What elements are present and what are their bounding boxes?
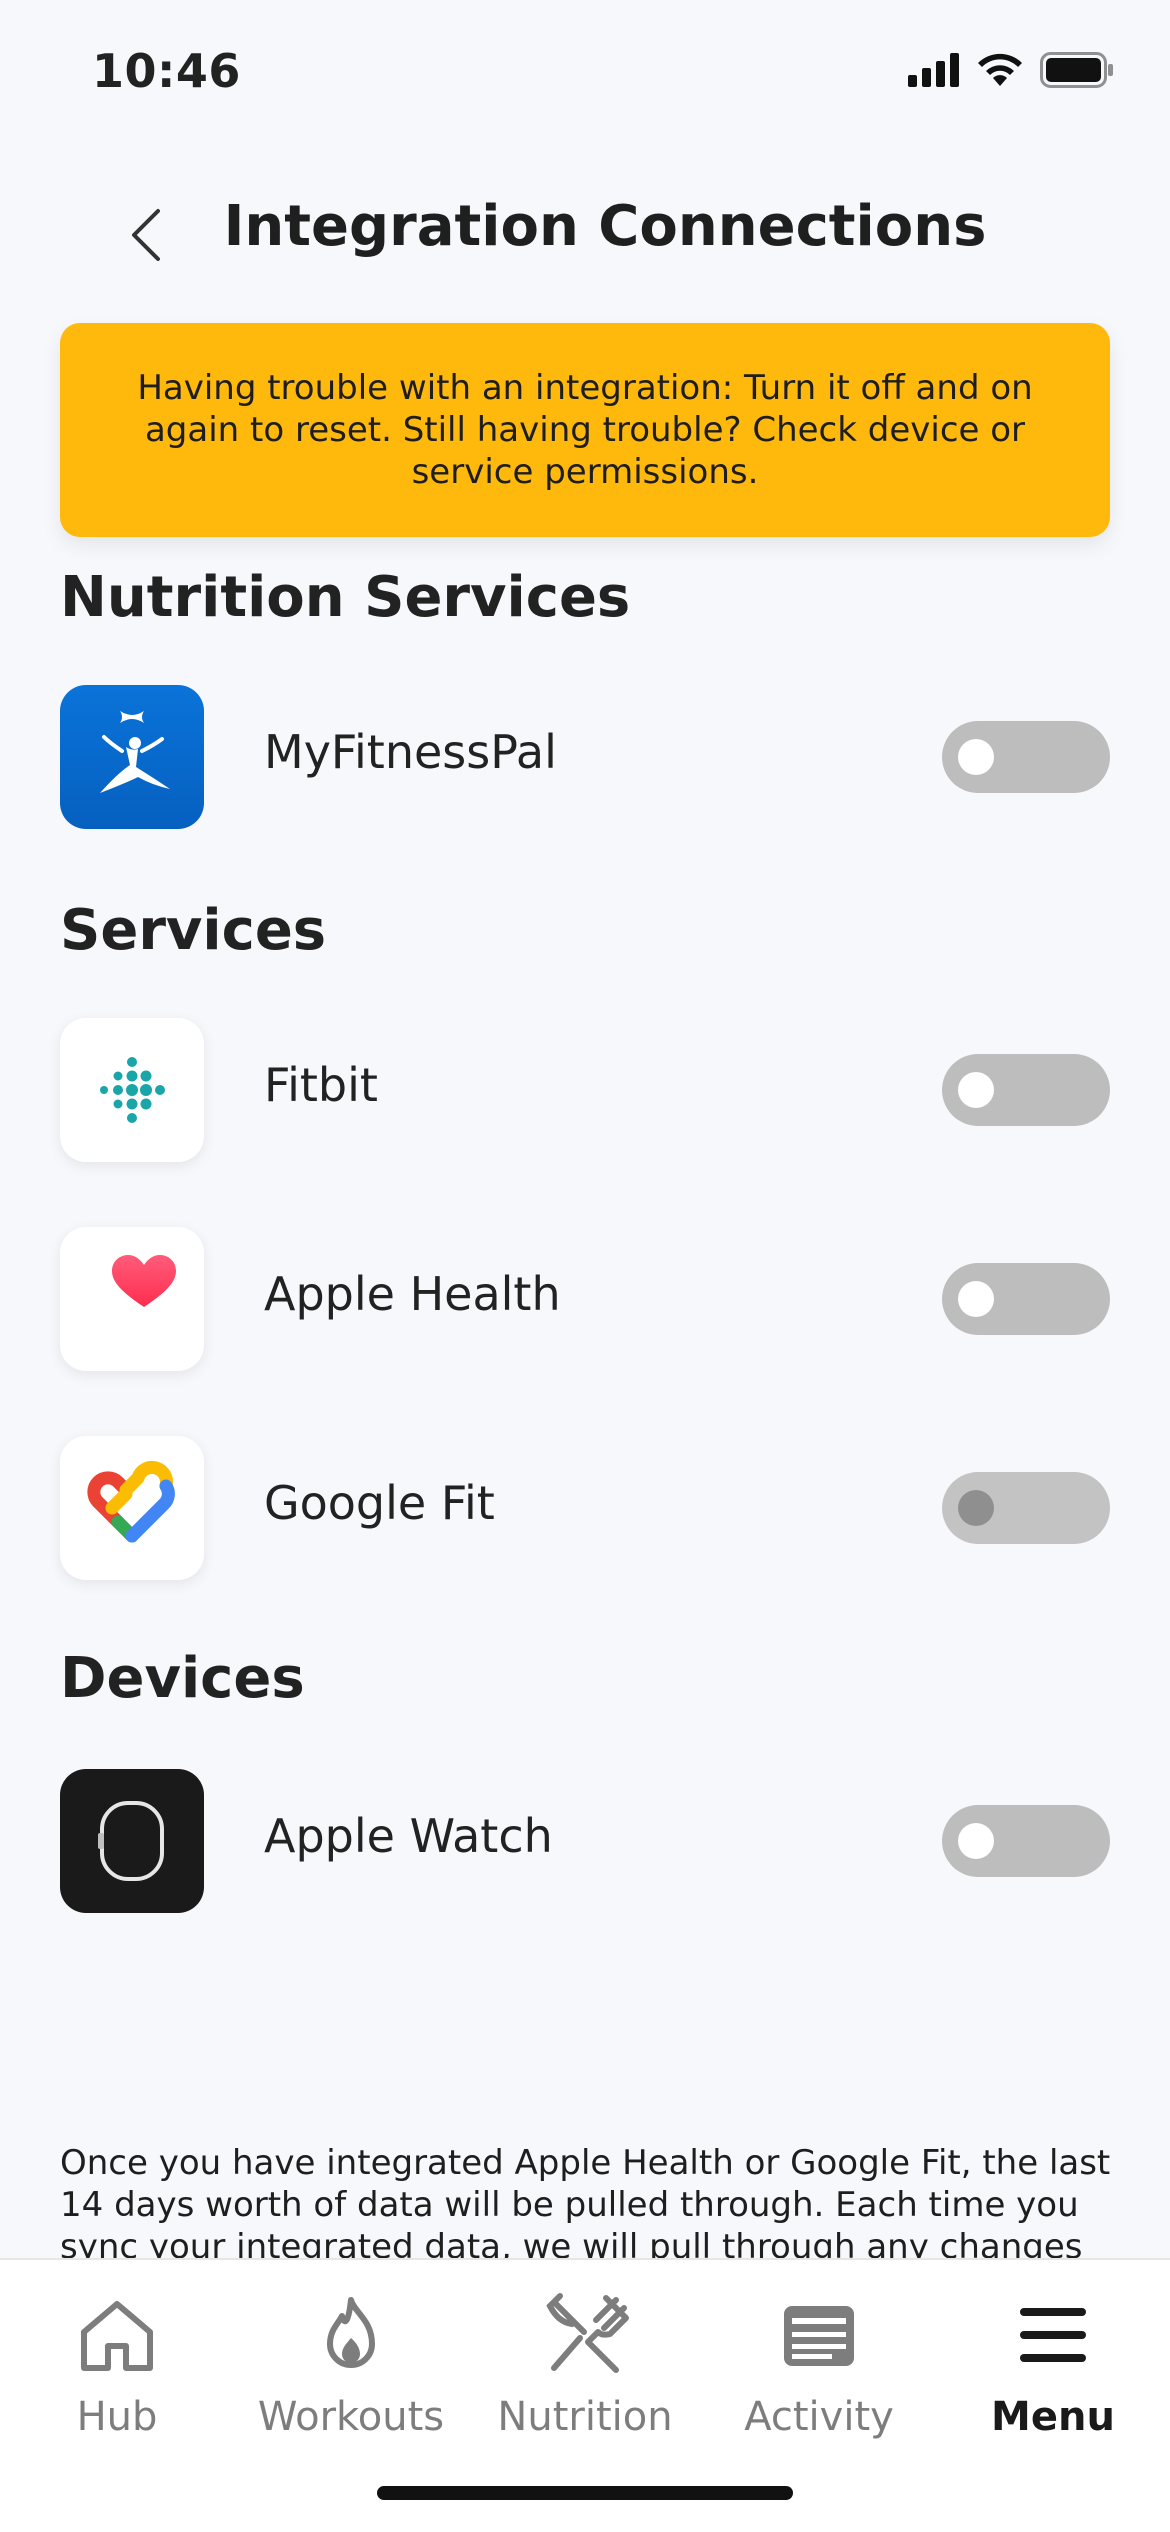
apple-watch-logo-icon	[60, 1769, 204, 1913]
google-fit-toggle[interactable]	[942, 1472, 1110, 1544]
tab-label: Activity	[744, 2394, 894, 2440]
apple-watch-toggle[interactable]	[942, 1805, 1110, 1877]
myfitnesspal-logo-icon	[60, 685, 204, 829]
integration-label: MyFitnessPal	[264, 725, 557, 779]
toggle-knob	[958, 1072, 994, 1108]
integration-label: Google Fit	[264, 1476, 495, 1530]
menu-icon	[1020, 2308, 1086, 2362]
myfitnesspal-toggle[interactable]	[942, 721, 1110, 793]
section-title-devices: Devices	[60, 1646, 305, 1711]
integration-row-google-fit: Google Fit	[60, 1436, 1110, 1580]
toggle-knob	[958, 1490, 994, 1526]
battery-icon	[1040, 52, 1113, 88]
tab-workouts[interactable]: Workouts	[234, 2290, 468, 2460]
tab-label: Hub	[76, 2394, 158, 2440]
apple-health-logo-icon	[60, 1227, 204, 1371]
integration-connections-screen: 10:46 Integration Connections Having tro…	[0, 0, 1170, 2532]
integration-row-myfitnesspal: MyFitnessPal	[60, 685, 1110, 829]
tab-label: Nutrition	[497, 2394, 673, 2440]
integration-info-text: Once you have integrated Apple Health or…	[60, 2143, 1111, 2262]
toggle-knob	[958, 739, 994, 775]
utensils-icon	[546, 2293, 629, 2373]
home-icon	[81, 2301, 153, 2371]
fitbit-toggle[interactable]	[942, 1054, 1110, 1126]
flame-icon	[327, 2297, 375, 2368]
tab-activity[interactable]: Activity	[702, 2290, 936, 2460]
home-indicator	[377, 2486, 793, 2500]
integration-row-fitbit: Fitbit	[60, 1018, 1110, 1162]
cellular-signal-icon	[908, 53, 959, 87]
tab-menu[interactable]: Menu	[936, 2290, 1170, 2460]
tab-nutrition[interactable]: Nutrition	[468, 2290, 702, 2460]
apple-health-toggle[interactable]	[942, 1263, 1110, 1335]
integration-row-apple-watch: Apple Watch	[60, 1769, 1110, 1913]
integration-label: Apple Watch	[264, 1809, 553, 1863]
news-icon	[784, 2306, 854, 2366]
status-bar: 10:46	[0, 0, 1170, 150]
troubleshoot-banner: Having trouble with an integration: Turn…	[60, 323, 1110, 537]
toggle-knob	[958, 1281, 994, 1317]
integration-label: Apple Health	[264, 1267, 561, 1321]
status-time: 10:46	[92, 44, 241, 98]
tab-label: Menu	[991, 2394, 1115, 2440]
integration-row-apple-health: Apple Health	[60, 1227, 1110, 1371]
banner-text: Having trouble with an integration: Turn…	[137, 368, 1033, 492]
section-title-services: Services	[60, 898, 327, 963]
tab-hub[interactable]: Hub	[0, 2290, 234, 2460]
integration-label: Fitbit	[264, 1058, 378, 1112]
toggle-knob	[958, 1823, 994, 1859]
header: Integration Connections	[0, 170, 1170, 290]
tab-label: Workouts	[257, 2394, 445, 2440]
status-icons	[908, 52, 1114, 88]
section-title-nutrition: Nutrition Services	[60, 565, 631, 630]
page-title: Integration Connections	[223, 194, 987, 259]
google-fit-logo-icon	[60, 1436, 204, 1580]
fitbit-logo-icon	[60, 1018, 204, 1162]
wifi-icon	[978, 53, 1022, 86]
